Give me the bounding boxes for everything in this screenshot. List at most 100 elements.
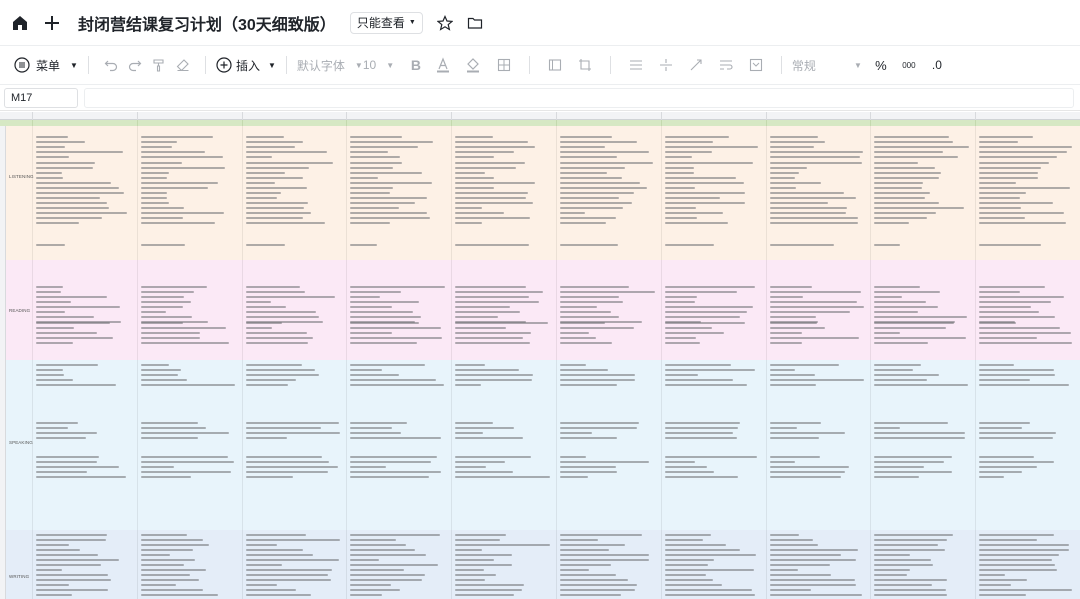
cell-text-line <box>979 296 1064 298</box>
grid-cell[interactable] <box>136 530 242 599</box>
grid-cell[interactable] <box>241 360 347 530</box>
cell-text-line <box>979 589 1072 591</box>
grid-cell[interactable] <box>870 530 975 599</box>
grid-cell[interactable] <box>136 260 242 360</box>
cell-text-line <box>140 369 181 371</box>
grid-cell[interactable] <box>765 126 871 260</box>
number-format-select[interactable]: 常规 ▼ <box>792 51 868 79</box>
cell-text-line <box>36 207 109 209</box>
cell-text-line <box>874 364 921 366</box>
freeze-icon[interactable] <box>741 51 771 79</box>
grid-cell[interactable] <box>555 360 661 530</box>
align-icon[interactable] <box>621 51 651 79</box>
wrap-text-icon[interactable] <box>711 51 741 79</box>
column-header-cell[interactable] <box>870 112 975 120</box>
reading-cells[interactable] <box>32 260 1080 360</box>
speaking-cells[interactable] <box>32 360 1080 530</box>
cell-text-line <box>36 316 94 318</box>
eraser-icon[interactable] <box>171 51 195 79</box>
grid-cell[interactable] <box>32 530 137 599</box>
grid-cell[interactable] <box>870 260 975 360</box>
grid-cell[interactable] <box>555 126 661 260</box>
grid-cell[interactable] <box>765 260 871 360</box>
star-icon[interactable] <box>435 13 455 33</box>
grid-cell[interactable] <box>660 260 766 360</box>
grid-cell[interactable] <box>346 126 451 260</box>
grid-cell[interactable] <box>451 260 556 360</box>
grid-cell[interactable] <box>660 126 766 260</box>
cell-text-line <box>350 539 396 541</box>
grid-cell[interactable] <box>241 126 347 260</box>
font-color-icon[interactable] <box>429 51 459 79</box>
listening-cells[interactable] <box>32 126 1080 260</box>
undo-icon[interactable] <box>99 51 123 79</box>
vertical-align-icon[interactable] <box>651 51 681 79</box>
insert-button[interactable]: 插入 ▼ <box>216 51 276 79</box>
cell-text-line <box>559 332 589 334</box>
grid-cell[interactable] <box>765 360 871 530</box>
grid-cell[interactable] <box>660 530 766 599</box>
grid-cell[interactable] <box>32 126 137 260</box>
grid-cell[interactable] <box>241 530 347 599</box>
crop-icon[interactable] <box>570 51 600 79</box>
cell-text-line <box>36 167 93 169</box>
fill-color-icon[interactable] <box>459 51 489 79</box>
grid-cell[interactable] <box>870 126 975 260</box>
grid-cell[interactable] <box>451 360 556 530</box>
folder-icon[interactable] <box>465 13 485 33</box>
writing-band: WRITING <box>0 530 1080 599</box>
grid-cell[interactable] <box>346 260 451 360</box>
cell-text-line <box>559 301 624 303</box>
column-header-cell[interactable] <box>346 112 451 120</box>
redo-icon[interactable] <box>123 51 147 79</box>
column-header-cell[interactable] <box>555 112 661 120</box>
column-header-cell[interactable] <box>765 112 871 120</box>
column-header-cell[interactable] <box>31 112 137 120</box>
formula-input[interactable] <box>84 87 1074 108</box>
grid-cell[interactable] <box>346 360 451 530</box>
grid-cell[interactable] <box>451 530 556 599</box>
writing-cells[interactable] <box>32 530 1080 599</box>
border-icon[interactable] <box>489 51 519 79</box>
grid-cell[interactable] <box>136 360 242 530</box>
merge-cells-icon[interactable] <box>540 51 570 79</box>
grid-cell[interactable] <box>870 360 975 530</box>
cell-text-line <box>559 146 605 148</box>
font-size-select[interactable]: 10 ▼ <box>363 51 403 79</box>
home-icon[interactable] <box>10 13 30 33</box>
cell-text-line <box>36 594 72 596</box>
permission-dropdown[interactable]: 只能查看 ▼ <box>349 11 423 34</box>
grid-cell[interactable] <box>975 530 1080 599</box>
format-painter-icon[interactable] <box>147 51 171 79</box>
plus-icon[interactable] <box>42 13 62 33</box>
font-family-select[interactable]: 默认字体 ▼ <box>297 51 363 79</box>
column-header-cell[interactable] <box>660 112 766 120</box>
grid-cell[interactable] <box>32 360 137 530</box>
grid-cell[interactable] <box>555 260 661 360</box>
text-rotate-icon[interactable] <box>681 51 711 79</box>
column-header-cell[interactable] <box>136 112 242 120</box>
column-header-cell[interactable] <box>241 112 347 120</box>
thousands-separator-button[interactable]: 000 <box>894 51 924 79</box>
decimal-button[interactable]: .0 <box>924 51 950 79</box>
grid-cell[interactable] <box>765 530 871 599</box>
column-header-cell[interactable] <box>451 112 556 120</box>
grid-cell[interactable] <box>660 360 766 530</box>
grid-cell[interactable] <box>975 360 1080 530</box>
cell-text-line <box>455 584 524 586</box>
grid-cell[interactable] <box>32 260 137 360</box>
grid-cell[interactable] <box>451 126 556 260</box>
grid-cell[interactable] <box>975 260 1080 360</box>
grid-cell[interactable] <box>346 530 451 599</box>
column-header-cell[interactable] <box>975 112 1080 120</box>
grid-cell[interactable] <box>136 126 242 260</box>
cell-reference-box[interactable]: M17 <box>4 87 78 108</box>
cell-text-line <box>245 327 272 329</box>
bold-icon[interactable]: B <box>403 51 429 79</box>
spreadsheet-grid[interactable]: LISTENING READING SPEAKING WRITING <box>0 112 1080 599</box>
grid-cell[interactable] <box>241 260 347 360</box>
menu-button[interactable]: 菜单 ▼ <box>14 51 78 79</box>
grid-cell[interactable] <box>975 126 1080 260</box>
grid-cell[interactable] <box>555 530 661 599</box>
percent-button[interactable]: % <box>868 51 894 79</box>
